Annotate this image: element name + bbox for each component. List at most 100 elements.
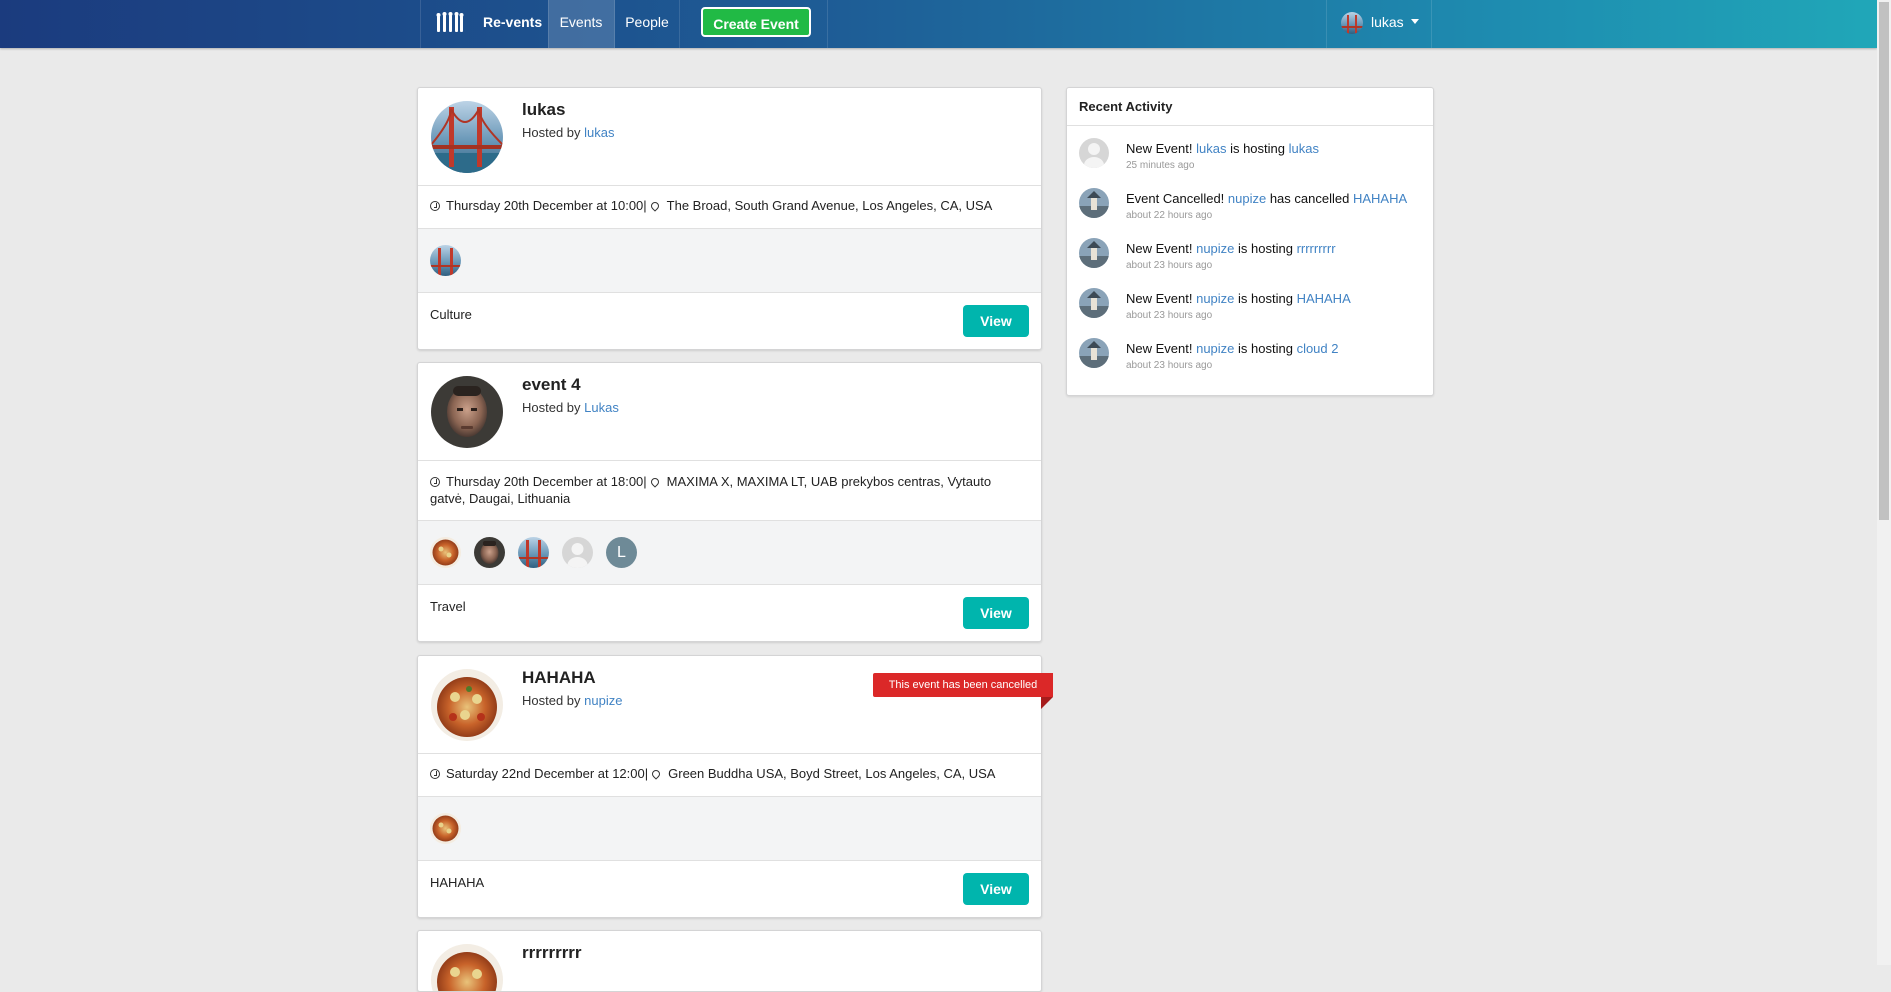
activity-time: about 23 hours ago [1126, 310, 1213, 321]
event-venue: Green Buddha USA, Boyd Street, Los Angel… [668, 766, 996, 781]
event-host-avatar[interactable] [431, 376, 503, 448]
map-marker-icon [650, 768, 662, 780]
attendee-avatar[interactable] [430, 245, 461, 276]
attendee-avatar[interactable] [518, 537, 549, 568]
nav-create-container: Create Event [680, 0, 828, 48]
event-card-header: lukas Hosted by lukas [418, 88, 1041, 186]
activity-item: New Event! nupize is hosting HAHAHA abou… [1079, 288, 1419, 328]
event-title[interactable]: event 4 [522, 375, 581, 395]
view-event-button[interactable]: View [963, 873, 1029, 905]
activity-text: Event Cancelled! nupize has cancelled HA… [1126, 191, 1407, 206]
activity-user-link[interactable]: nupize [1196, 291, 1234, 306]
event-host-avatar[interactable] [431, 669, 503, 741]
activity-lead: Event Cancelled! [1126, 191, 1228, 206]
activity-user-link[interactable]: lukas [1196, 141, 1226, 156]
attendee-avatar[interactable] [430, 813, 461, 844]
activity-user-link[interactable]: nupize [1196, 241, 1234, 256]
hosted-by-label: Hosted by [522, 693, 585, 708]
ribbon-fold [1041, 697, 1053, 709]
activity-event-link[interactable]: HAHAHA [1353, 191, 1407, 206]
event-card-footer: Culture View [418, 293, 1041, 349]
activity-lead: New Event! [1126, 341, 1197, 356]
activity-user-link[interactable]: nupize [1228, 191, 1266, 206]
activity-time: about 23 hours ago [1126, 360, 1213, 371]
activity-event-link[interactable]: HAHAHA [1297, 291, 1351, 306]
page-scrollbar[interactable] [1877, 0, 1891, 965]
event-card: rrrrrrrrr [417, 930, 1042, 992]
view-event-button[interactable]: View [963, 597, 1029, 629]
host-link[interactable]: lukas [584, 125, 614, 140]
event-date: Saturday 22nd December at 12:00| [446, 766, 649, 781]
event-meta: Thursday 20th December at 18:00| MAXIMA X… [418, 461, 1041, 521]
attendee-list [418, 797, 1041, 861]
map-marker-icon [648, 476, 661, 488]
event-category: Culture [430, 307, 472, 322]
create-event-button[interactable]: Create Event [701, 7, 811, 37]
user-avatar [1341, 12, 1363, 34]
nav-events[interactable]: Events [548, 0, 615, 48]
activity-verb: has cancelled [1266, 191, 1353, 206]
brand-label: Re-vents [483, 14, 543, 30]
event-host-line: Hosted by lukas [522, 125, 615, 140]
activity-item: New Event! lukas is hosting lukas 25 min… [1079, 138, 1419, 178]
caret-down-icon [1411, 19, 1419, 24]
event-host-avatar[interactable] [431, 101, 503, 173]
clock-icon [430, 201, 440, 211]
logo-icon [436, 12, 464, 32]
event-card: event 4 Hosted by Lukas Thursday 20th De… [417, 362, 1042, 642]
recent-activity-panel: Recent Activity New Event! lukas is host… [1066, 87, 1434, 396]
attendee-avatar[interactable]: L [606, 537, 637, 568]
recent-activity-title: Recent Activity [1067, 88, 1433, 126]
event-card-header: rrrrrrrrr [418, 931, 1041, 991]
host-link[interactable]: Lukas [584, 400, 619, 415]
event-title[interactable]: rrrrrrrrr [522, 943, 582, 963]
event-card-header: HAHAHA Hosted by nupize [418, 656, 1041, 754]
activity-avatar [1079, 138, 1109, 168]
map-marker-icon [648, 200, 661, 212]
event-title[interactable]: HAHAHA [522, 668, 596, 688]
activity-lead: New Event! [1126, 141, 1197, 156]
activity-verb: is hosting [1234, 341, 1297, 356]
view-event-button[interactable]: View [963, 305, 1029, 337]
attendee-avatar[interactable] [562, 537, 593, 568]
activity-time: 25 minutes ago [1126, 160, 1195, 171]
top-navbar: Re-vents Events People Create Event luka… [0, 0, 1877, 48]
activity-verb: is hosting [1234, 291, 1297, 306]
user-name: lukas [1371, 14, 1404, 30]
scrollbar-thumb[interactable] [1879, 2, 1889, 520]
activity-event-link[interactable]: lukas [1289, 141, 1319, 156]
activity-item: New Event! nupize is hosting rrrrrrrrr a… [1079, 238, 1419, 278]
brand-link[interactable]: Re-vents [420, 0, 549, 48]
activity-text: New Event! nupize is hosting cloud 2 [1126, 341, 1338, 356]
activity-text: New Event! lukas is hosting lukas [1126, 141, 1319, 156]
activity-avatar [1079, 188, 1109, 218]
event-host-line: Hosted by nupize [522, 693, 622, 708]
activity-item: New Event! nupize is hosting cloud 2 abo… [1079, 338, 1419, 378]
event-card-footer: HAHAHA View [418, 861, 1041, 917]
event-meta: Thursday 20th December at 10:00| The Broa… [418, 186, 1041, 229]
activity-text: New Event! nupize is hosting HAHAHA [1126, 291, 1351, 306]
attendee-avatar[interactable] [474, 537, 505, 568]
event-host-avatar[interactable] [431, 944, 503, 991]
attendee-avatar[interactable] [430, 537, 461, 568]
host-link[interactable]: nupize [584, 693, 622, 708]
hosted-by-label: Hosted by [522, 400, 585, 415]
activity-event-link[interactable]: cloud 2 [1297, 341, 1339, 356]
activity-user-link[interactable]: nupize [1196, 341, 1234, 356]
activity-text: New Event! nupize is hosting rrrrrrrrr [1126, 241, 1336, 256]
nav-people[interactable]: People [615, 0, 680, 48]
cancelled-ribbon: This event has been cancelled [873, 673, 1053, 697]
event-title[interactable]: lukas [522, 100, 565, 120]
clock-icon [430, 477, 440, 487]
event-category: HAHAHA [430, 875, 485, 890]
event-card: lukas Hosted by lukas Thursday 20th Dece… [417, 87, 1042, 350]
activity-event-link[interactable]: rrrrrrrrr [1297, 241, 1336, 256]
activity-lead: New Event! [1126, 291, 1197, 306]
user-menu[interactable]: lukas [1326, 0, 1432, 48]
event-card-footer: Travel View [418, 585, 1041, 641]
event-host-line: Hosted by Lukas [522, 400, 619, 415]
activity-lead: New Event! [1126, 241, 1197, 256]
activity-avatar [1079, 238, 1109, 268]
attendee-list [418, 229, 1041, 293]
activity-time: about 23 hours ago [1126, 260, 1213, 271]
